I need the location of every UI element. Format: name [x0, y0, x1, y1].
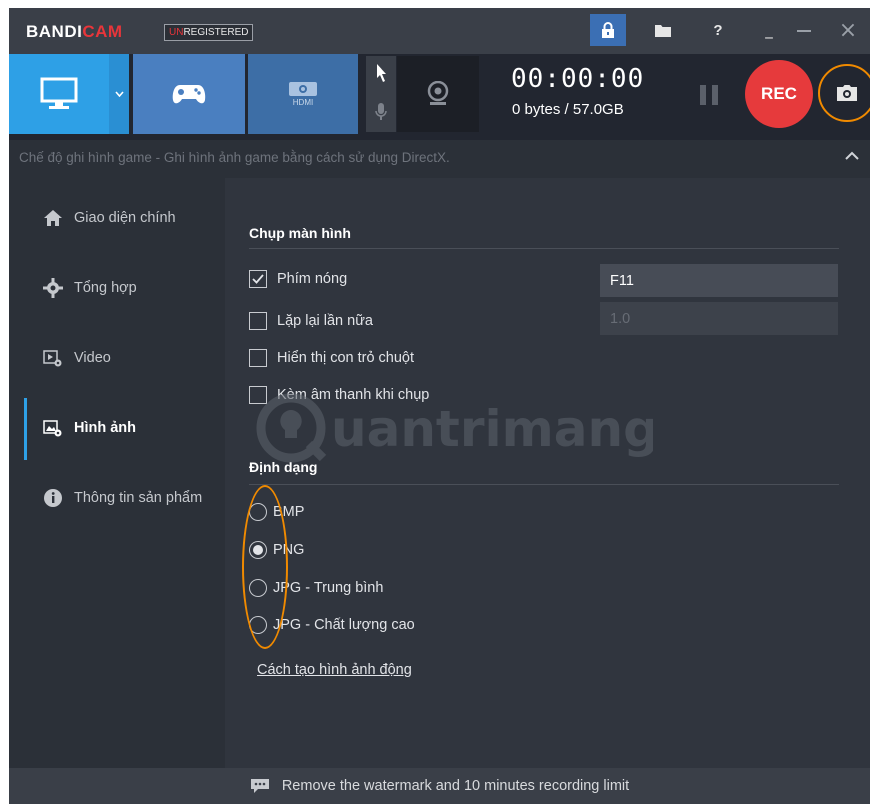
footer-bar[interactable]: Remove the watermark and 10 minutes reco…	[9, 768, 870, 804]
format-option-label: JPG - Trung bình	[273, 580, 384, 596]
sidebar-item-general[interactable]: Tổng hợp	[24, 268, 225, 308]
cursor-mic-column	[366, 56, 396, 132]
close-icon: ×	[838, 17, 858, 43]
image-settings-icon	[42, 417, 64, 439]
format-option-label: JPG - Chất lượng cao	[273, 617, 415, 633]
webcam-button[interactable]	[397, 56, 479, 132]
video-settings-icon	[42, 347, 64, 369]
help-button[interactable]: ?	[700, 14, 736, 46]
watermark-text: uantrimang	[331, 400, 653, 458]
hdmi-label: HDMI	[292, 97, 314, 107]
repeat-checkbox-row[interactable]: Lặp lại lần nữa	[249, 312, 373, 330]
sidebar-item-label: Giao diện chính	[74, 210, 176, 226]
sidebar-item-label: Thông tin sản phẩm	[74, 490, 203, 506]
show-cursor-checkbox[interactable]	[249, 349, 267, 367]
pause-icon-bar-right	[712, 85, 718, 105]
game-recording-mode-button[interactable]	[133, 54, 245, 134]
hotkey-checkbox[interactable]	[249, 270, 267, 288]
gamepad-icon	[172, 85, 206, 104]
format-section-divider	[249, 484, 839, 485]
capture-section-divider	[249, 248, 839, 249]
lock-button[interactable]	[590, 14, 626, 46]
info-icon	[42, 487, 64, 509]
minimize-icon: _	[765, 21, 773, 39]
sidebar-item-label: Tổng hợp	[74, 280, 137, 296]
pause-button[interactable]	[700, 85, 718, 105]
animated-image-help-link[interactable]: Cách tạo hình ảnh động	[257, 662, 412, 678]
video-settings-icon-graphic	[43, 350, 62, 367]
image-settings-panel: Chụp màn hình Phím nóng F11 Lặp lại lần …	[225, 178, 870, 768]
capture-section-title: Chụp màn hình	[249, 225, 351, 241]
webcam-icon	[427, 81, 449, 105]
sidebar-item-product-info[interactable]: Thông tin sản phẩm	[24, 478, 225, 518]
footer-upgrade-text: Remove the watermark and 10 minutes reco…	[281, 778, 630, 794]
quantrimang-watermark: uantrimang	[256, 393, 653, 463]
monitor-icon	[40, 77, 78, 109]
camera-icon	[837, 85, 857, 101]
app-logo: BANDICAM	[26, 22, 123, 42]
info-icon-graphic	[44, 489, 62, 507]
unregistered-badge-prefix: UN	[169, 27, 184, 38]
microphone-button[interactable]	[375, 102, 387, 126]
bandicam-window: BANDICAM UNREGISTERED ? _ × HDMI 00:00:0…	[9, 8, 870, 804]
screen-mode-dropdown[interactable]	[109, 54, 129, 134]
maximize-icon	[797, 30, 811, 32]
sidebar-item-video[interactable]: Video	[24, 338, 225, 378]
recording-timer: 00:00:00	[511, 64, 645, 94]
logo-text-bandi: BANDI	[26, 22, 83, 41]
pause-icon-bar-left	[700, 85, 706, 105]
settings-sidebar: Giao diện chính Tổng hợp Video Hình ảnh …	[24, 178, 225, 768]
gear-icon	[42, 277, 64, 299]
mode-description-bar: Chế độ ghi hình game - Ghi hình ảnh game…	[9, 140, 870, 178]
folder-icon	[655, 24, 671, 37]
unregistered-badge-suffix: REGISTERED	[183, 27, 249, 38]
screen-recording-mode-button[interactable]	[9, 54, 109, 134]
close-button[interactable]: ×	[835, 14, 861, 46]
lock-icon	[602, 22, 614, 38]
file-size-readout: 0 bytes / 57.0GB	[512, 101, 624, 118]
image-settings-icon-graphic	[43, 420, 62, 437]
microphone-icon	[375, 103, 387, 120]
chevron-up-icon	[845, 151, 859, 160]
sidebar-item-label: Hình ảnh	[74, 420, 137, 436]
chat-bubble-icon	[250, 779, 269, 793]
device-recording-mode-button[interactable]: HDMI	[248, 54, 358, 134]
rec-button[interactable]: REC	[745, 60, 813, 128]
unregistered-badge[interactable]: UNREGISTERED	[164, 24, 254, 41]
repeat-label: Lặp lại lần nữa	[277, 313, 373, 329]
cursor-click-icon	[377, 64, 386, 82]
show-cursor-label: Hiển thị con trỏ chuột	[277, 350, 415, 366]
sidebar-item-label: Video	[74, 350, 111, 366]
hotkey-label: Phím nóng	[277, 271, 348, 287]
sidebar-item-image[interactable]: Hình ảnh	[24, 408, 225, 448]
chevron-down-icon	[114, 91, 124, 97]
mode-toolbar: HDMI 00:00:00 0 bytes / 57.0GB REC	[9, 54, 870, 140]
hdmi-device-graphic	[289, 81, 317, 96]
gear-icon-graphic	[43, 278, 63, 298]
hotkey-field[interactable]: F11	[600, 264, 838, 297]
format-highlight-oval	[242, 485, 288, 649]
home-icon	[42, 207, 64, 229]
help-icon: ?	[713, 21, 723, 39]
home-icon-graphic	[44, 210, 62, 226]
repeat-interval-field: 1.0	[600, 302, 838, 335]
repeat-checkbox[interactable]	[249, 312, 267, 330]
mode-description-text: Chế độ ghi hình game - Ghi hình ảnh game…	[19, 150, 450, 165]
cursor-effect-button[interactable]	[373, 62, 389, 88]
title-bar: BANDICAM UNREGISTERED ? _ ×	[9, 8, 870, 54]
show-cursor-checkbox-row[interactable]: Hiển thị con trỏ chuột	[249, 349, 414, 367]
minimize-button[interactable]: _	[758, 14, 780, 46]
folder-button[interactable]	[645, 14, 681, 46]
logo-text-cam: CAM	[82, 22, 123, 41]
maximize-button[interactable]	[793, 14, 815, 46]
collapse-button[interactable]	[845, 148, 859, 164]
sidebar-item-home[interactable]: Giao diện chính	[24, 198, 225, 238]
sidebar-active-indicator	[24, 398, 27, 460]
hotkey-checkbox-row[interactable]: Phím nóng	[249, 270, 347, 288]
hdmi-device-icon: HDMI	[289, 81, 317, 107]
screenshot-button[interactable]	[818, 64, 870, 122]
checkmark-icon	[252, 274, 264, 284]
